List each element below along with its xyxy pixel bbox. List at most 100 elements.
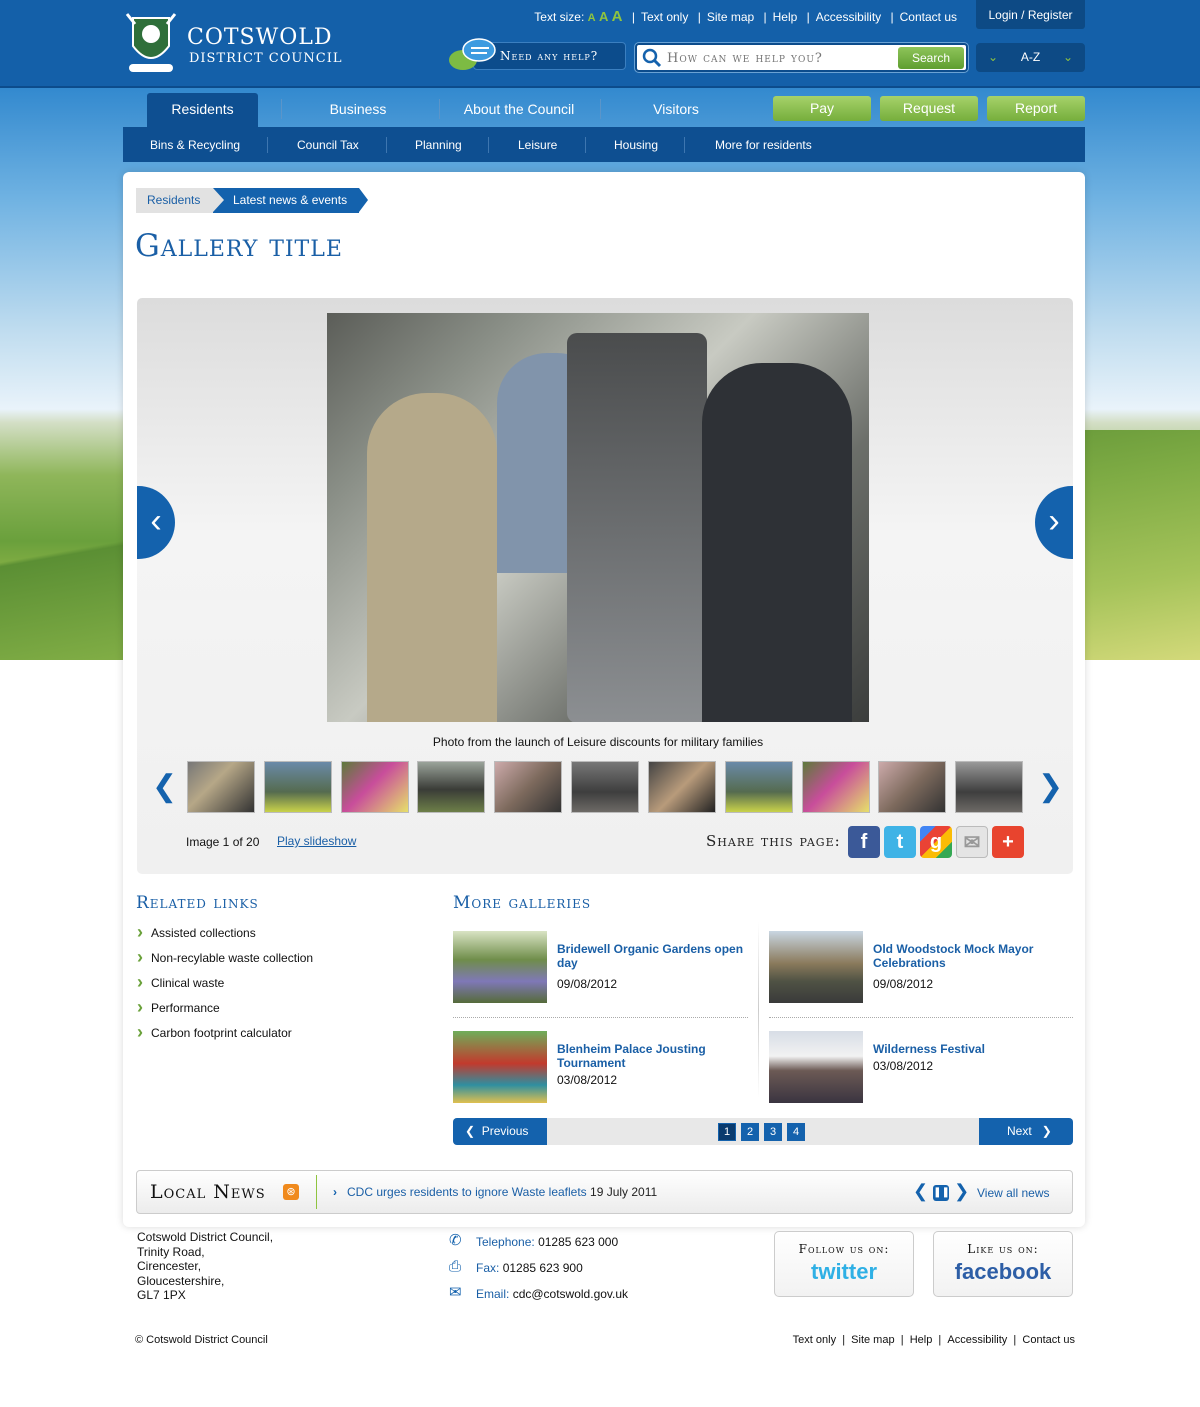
- gallery-card-title[interactable]: Bridewell Organic Gardens open day: [557, 942, 747, 970]
- footer-link-help[interactable]: Help: [910, 1334, 933, 1346]
- view-all-news-link[interactable]: View all news: [977, 1186, 1049, 1200]
- nav-visitors[interactable]: Visitors: [603, 93, 749, 127]
- facebook-icon[interactable]: f: [848, 826, 880, 858]
- footer-link-contact-us[interactable]: Contact us: [1022, 1334, 1075, 1346]
- telephone-label: Telephone:: [476, 1235, 535, 1249]
- nav-about-the-council[interactable]: About the Council: [441, 93, 597, 127]
- footer-link-text-only[interactable]: Text only: [793, 1334, 836, 1346]
- subnav-more-for-residents[interactable]: More for residents: [715, 127, 812, 162]
- nav-residents[interactable]: Residents: [147, 93, 258, 127]
- like-facebook-box[interactable]: Like us on: facebook: [933, 1231, 1073, 1297]
- footer-link-site-map[interactable]: Site map: [851, 1334, 894, 1346]
- next-button[interactable]: Next ❯: [979, 1118, 1073, 1145]
- thumbnail[interactable]: [878, 761, 946, 813]
- util-link-site-map[interactable]: Site map: [707, 10, 754, 24]
- request-button[interactable]: Request: [880, 96, 978, 121]
- nav-business[interactable]: Business: [283, 93, 433, 127]
- pay-button[interactable]: Pay: [773, 96, 871, 121]
- email-label: Email:: [476, 1287, 510, 1301]
- related-link[interactable]: Clinical waste: [137, 972, 417, 1001]
- council-crest-logo[interactable]: [123, 8, 179, 76]
- breadcrumb-latest-news[interactable]: Latest news & events: [213, 188, 359, 213]
- gallery-card-title[interactable]: Old Woodstock Mock Mayor Celebrations: [873, 942, 1063, 970]
- thumbnail[interactable]: [648, 761, 716, 813]
- thumbnail[interactable]: [417, 761, 485, 813]
- thumbnail[interactable]: [264, 761, 332, 813]
- related-link[interactable]: Carbon footprint calculator: [137, 1022, 417, 1051]
- gallery-card-title[interactable]: Blenheim Palace Jousting Tournament: [557, 1042, 747, 1070]
- util-link-text-only[interactable]: Text only: [641, 10, 688, 24]
- thumbnail[interactable]: [187, 761, 255, 813]
- page-3[interactable]: 3: [764, 1123, 782, 1141]
- address-line: Trinity Road,: [137, 1244, 205, 1259]
- gallery-card-title[interactable]: Wilderness Festival: [873, 1042, 1063, 1056]
- pause-icon[interactable]: ❚❚: [933, 1185, 950, 1201]
- follow-label: Follow us on:: [798, 1242, 890, 1256]
- news-next-icon[interactable]: ❯: [954, 1181, 969, 1201]
- thumbnail[interactable]: [955, 761, 1023, 813]
- email-address[interactable]: cdc@cotswold.gov.uk: [513, 1287, 628, 1301]
- chevron-right-icon: ›: [333, 1185, 344, 1199]
- subnav-council-tax[interactable]: Council Tax: [297, 127, 359, 162]
- previous-button[interactable]: ❮ Previous: [453, 1118, 547, 1145]
- gallery-card[interactable]: Bridewell Organic Gardens open day 09/08…: [453, 931, 753, 1003]
- twitter-icon[interactable]: t: [884, 826, 916, 858]
- address-line: Cotswold District Council,: [137, 1230, 274, 1244]
- related-link[interactable]: Performance: [137, 997, 417, 1026]
- sub-navigation: Bins & Recycling Council Tax Planning Le…: [123, 127, 1085, 162]
- thumbnails-next-arrow[interactable]: ❯: [1038, 772, 1063, 802]
- page-4[interactable]: 4: [787, 1123, 805, 1141]
- thumbnails-prev-arrow[interactable]: ❮: [152, 772, 177, 802]
- gallery-card[interactable]: Wilderness Festival 03/08/2012: [769, 1031, 1069, 1103]
- news-item[interactable]: › CDC urges residents to ignore Waste le…: [333, 1185, 657, 1199]
- previous-label: Previous: [481, 1124, 529, 1138]
- page-2[interactable]: 2: [741, 1123, 759, 1141]
- telephone-number[interactable]: 01285 623 000: [538, 1235, 618, 1249]
- login-register-button[interactable]: Login / Register: [976, 0, 1085, 29]
- report-button[interactable]: Report: [987, 96, 1085, 121]
- follow-twitter-box[interactable]: Follow us on: twitter: [774, 1231, 914, 1297]
- az-dropdown[interactable]: ⌄ A-Z ⌄: [976, 43, 1085, 72]
- need-help-button[interactable]: Need any help?: [447, 36, 627, 74]
- news-prev-icon[interactable]: ❮: [913, 1181, 928, 1201]
- text-size-medium[interactable]: A: [599, 9, 608, 24]
- google-icon[interactable]: g: [920, 826, 952, 858]
- rss-icon[interactable]: ⊛: [283, 1184, 299, 1200]
- related-link[interactable]: Non-recylable waste collection: [137, 947, 417, 976]
- util-link-contact-us[interactable]: Contact us: [900, 10, 957, 24]
- addthis-icon[interactable]: +: [992, 826, 1024, 858]
- thumbnail[interactable]: [341, 761, 409, 813]
- local-news-title: Local News: [150, 1181, 266, 1203]
- gallery-card[interactable]: Old Woodstock Mock Mayor Celebrations 09…: [769, 931, 1069, 1003]
- chevron-left-icon: ❮: [465, 1124, 482, 1138]
- news-date: 19 July 2011: [590, 1185, 658, 1199]
- page-1[interactable]: 1: [718, 1123, 736, 1141]
- text-size-small[interactable]: A: [588, 12, 596, 24]
- subnav-bins-recycling[interactable]: Bins & Recycling: [150, 127, 240, 162]
- text-size-large[interactable]: A: [612, 8, 623, 25]
- thumbnail[interactable]: [571, 761, 639, 813]
- news-controls: ❮ ❚❚ ❯: [913, 1182, 969, 1201]
- subnav-housing[interactable]: Housing: [614, 127, 658, 162]
- related-link[interactable]: Assisted collections: [137, 922, 417, 951]
- search-input[interactable]: [667, 47, 887, 69]
- gallery-card-image: [769, 1031, 863, 1103]
- subnav-leisure[interactable]: Leisure: [518, 127, 557, 162]
- util-link-accessibility[interactable]: Accessibility: [816, 10, 881, 24]
- thumbnail[interactable]: [725, 761, 793, 813]
- gallery-main-image: [327, 313, 869, 722]
- breadcrumb-residents[interactable]: Residents: [136, 188, 213, 213]
- news-headline[interactable]: CDC urges residents to ignore Waste leaf…: [347, 1185, 587, 1199]
- footer-link-accessibility[interactable]: Accessibility: [947, 1334, 1007, 1346]
- search-button[interactable]: Search: [898, 47, 964, 69]
- thumbnail[interactable]: [494, 761, 562, 813]
- gallery-card-date: 09/08/2012: [557, 977, 618, 991]
- header-bar: COTSWOLD DISTRICT COUNCIL Text size: A A…: [0, 0, 1200, 88]
- util-link-help[interactable]: Help: [773, 10, 798, 24]
- thumbnail[interactable]: [802, 761, 870, 813]
- text-size-label: Text size:: [534, 10, 585, 24]
- subnav-planning[interactable]: Planning: [415, 127, 462, 162]
- play-slideshow-link[interactable]: Play slideshow: [277, 834, 356, 848]
- email-icon[interactable]: ✉: [956, 826, 988, 858]
- gallery-card[interactable]: Blenheim Palace Jousting Tournament 03/0…: [453, 1031, 753, 1103]
